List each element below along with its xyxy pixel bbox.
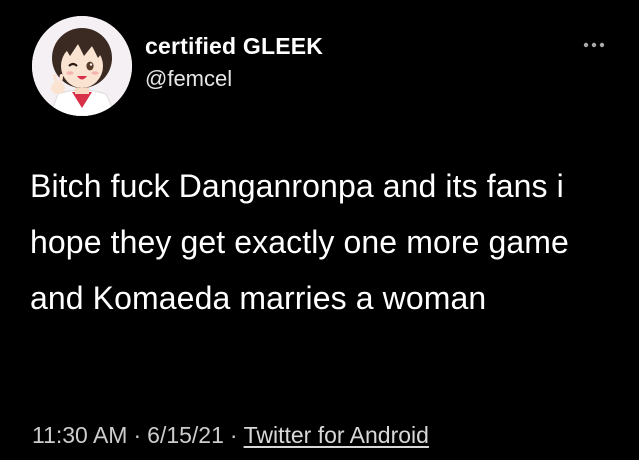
tweet-card: certified GLEEK @femcel Bitch fuck Danga… <box>0 0 639 460</box>
tweet-meta: 11:30 AM · 6/15/21 · Twitter for Android <box>32 422 429 449</box>
tweet-time[interactable]: 11:30 AM <box>32 422 127 448</box>
tweet-source-link[interactable]: Twitter for Android <box>244 422 429 448</box>
avatar[interactable] <box>32 16 132 116</box>
tweet-date[interactable]: 6/15/21 <box>147 422 224 448</box>
more-horizontal-icon[interactable] <box>582 38 606 50</box>
anime-girl-avatar-icon <box>32 16 132 116</box>
meta-separator: · <box>229 422 238 448</box>
user-handle[interactable]: @femcel <box>145 66 232 92</box>
display-name[interactable]: certified GLEEK <box>145 33 323 60</box>
meta-separator: · <box>133 422 142 448</box>
tweet-text: Bitch fuck Danganronpa and its fans i ho… <box>30 168 569 316</box>
